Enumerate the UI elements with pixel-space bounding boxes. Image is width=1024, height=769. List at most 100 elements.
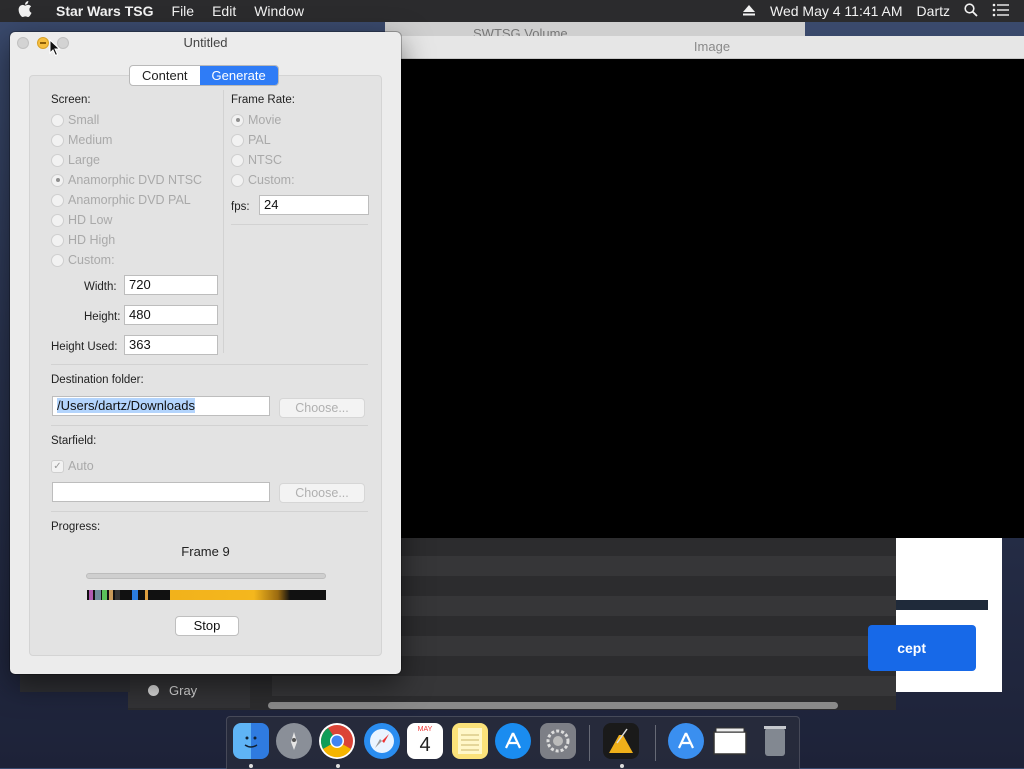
- destination-folder-field[interactable]: /Users/dartz/Downloads: [52, 396, 270, 416]
- sidebar-item-gray[interactable]: Gray: [148, 683, 197, 698]
- generate-panel: Screen: Small Medium Large Anamorphic DV…: [29, 75, 382, 656]
- height-field[interactable]: 480: [124, 305, 218, 325]
- radio-circle-icon: [51, 153, 64, 167]
- apple-icon[interactable]: [18, 1, 38, 21]
- radio-medium[interactable]: Medium: [51, 133, 112, 147]
- radio-anamorphic-dvd-pal[interactable]: Anamorphic DVD PAL: [51, 193, 191, 207]
- tab-generate[interactable]: Generate: [199, 66, 278, 85]
- documents-folder-icon[interactable]: [712, 723, 748, 759]
- menu-window[interactable]: Window: [254, 3, 304, 19]
- starfield-label: Starfield:: [51, 435, 97, 447]
- frame-thumbnail-strip: [87, 590, 326, 600]
- fps-label: fps:: [231, 201, 250, 213]
- radio-small[interactable]: Small: [51, 113, 99, 127]
- auto-checkbox[interactable]: ✓ Auto: [51, 459, 94, 473]
- app-store-icon[interactable]: [495, 723, 531, 759]
- radio-circle-icon: [51, 253, 64, 267]
- fps-field[interactable]: 24: [259, 195, 369, 215]
- spotlight-search-icon[interactable]: [964, 2, 978, 20]
- radio-label: Anamorphic DVD NTSC: [68, 173, 203, 187]
- gray-dot-icon: [148, 685, 159, 696]
- image-window[interactable]: Image: [400, 36, 1024, 538]
- tab-content[interactable]: Content: [130, 66, 200, 85]
- radio-label: HD High: [68, 233, 116, 247]
- radio-circle-icon: [51, 173, 64, 187]
- finder-icon[interactable]: [233, 723, 269, 759]
- dock-separator: [589, 725, 590, 761]
- radio-label: Custom:: [248, 173, 295, 187]
- horizontal-scrollbar[interactable]: [268, 702, 838, 709]
- window-titlebar[interactable]: Untitled: [10, 32, 401, 54]
- radio-circle-icon: [51, 113, 64, 127]
- applications-folder-icon[interactable]: [668, 723, 704, 759]
- accept-button[interactable]: cept: [868, 625, 976, 671]
- radio-label: Small: [68, 113, 100, 127]
- radio-label: NTSC: [248, 153, 283, 167]
- panel-bar: [896, 600, 988, 610]
- trash-icon[interactable]: [757, 723, 793, 759]
- destination-path: /Users/dartz/Downloads: [57, 398, 195, 413]
- checkmark-icon: ✓: [51, 459, 64, 473]
- list-row[interactable]: [272, 676, 896, 696]
- radio-ntsc[interactable]: NTSC: [231, 153, 282, 167]
- destination-folder-label: Destination folder:: [51, 374, 144, 386]
- menu-edit[interactable]: Edit: [212, 3, 236, 19]
- launchpad-icon[interactable]: [276, 723, 312, 759]
- radio-circle-icon: [231, 133, 244, 147]
- sidebar-item-label: Gray: [169, 683, 198, 698]
- notification-center-icon[interactable]: [992, 3, 1010, 20]
- clock[interactable]: Wed May 4 11:41 AM: [770, 3, 903, 19]
- radio-hd-high[interactable]: HD High: [51, 233, 115, 247]
- radio-large[interactable]: Large: [51, 153, 100, 167]
- section-divider: [51, 511, 368, 512]
- system-preferences-icon[interactable]: [540, 723, 576, 759]
- width-field[interactable]: 720: [124, 275, 218, 295]
- calendar-icon[interactable]: MAY 4: [407, 723, 443, 759]
- radio-label: Anamorphic DVD PAL: [68, 193, 191, 207]
- dock: MAY 4: [226, 716, 800, 769]
- running-indicator: [620, 764, 624, 768]
- calendar-day: 4: [419, 734, 431, 756]
- starfield-field[interactable]: [52, 482, 270, 502]
- radio-circle-icon: [51, 213, 64, 227]
- destination-choose-button[interactable]: Choose...: [279, 398, 365, 418]
- radio-circle-icon: [231, 173, 244, 187]
- radio-label: HD Low: [68, 213, 113, 227]
- radio-frame-rate-custom[interactable]: Custom:: [231, 173, 295, 187]
- notes-icon[interactable]: [452, 723, 488, 759]
- eject-icon[interactable]: [742, 3, 756, 19]
- user-name[interactable]: Dartz: [917, 3, 950, 19]
- tab-control: Content Generate: [129, 65, 279, 86]
- stop-button[interactable]: Stop: [175, 616, 239, 636]
- starfield-choose-button[interactable]: Choose...: [279, 483, 365, 503]
- star-wars-tsg-icon[interactable]: [603, 723, 639, 759]
- radio-anamorphic-dvd-ntsc[interactable]: Anamorphic DVD NTSC: [51, 173, 202, 187]
- radio-label: Movie: [248, 113, 282, 127]
- radio-label: Custom:: [68, 253, 115, 267]
- window-title: Untitled: [183, 35, 228, 50]
- menu-file[interactable]: File: [172, 3, 195, 19]
- menu-bar: Star Wars TSG File Edit Window Wed May 4…: [0, 0, 1024, 22]
- image-window-title: Image: [400, 36, 1024, 59]
- radio-hd-low[interactable]: HD Low: [51, 213, 112, 227]
- progress-status: Frame 9: [181, 544, 230, 559]
- height-used-field[interactable]: 363: [124, 335, 218, 355]
- radio-circle-icon: [51, 133, 64, 147]
- chrome-icon[interactable]: [319, 723, 355, 759]
- menu-app-name[interactable]: Star Wars TSG: [56, 3, 154, 19]
- radio-label: Large: [68, 153, 100, 167]
- progress-bar: [86, 573, 326, 579]
- radio-movie[interactable]: Movie: [231, 113, 281, 127]
- height-label: Height:: [84, 311, 121, 323]
- height-used-label: Height Used:: [51, 341, 118, 353]
- running-indicator: [249, 764, 253, 768]
- radio-label: Medium: [68, 133, 113, 147]
- radio-pal[interactable]: PAL: [231, 133, 271, 147]
- screen-label: Screen:: [51, 94, 91, 106]
- progress-label: Progress:: [51, 521, 101, 533]
- safari-icon[interactable]: [364, 723, 400, 759]
- frame-rate-label: Frame Rate:: [231, 94, 295, 106]
- untitled-window: Untitled Screen: Small Medium Large Anam…: [10, 32, 401, 674]
- radio-circle-icon: [231, 153, 244, 167]
- radio-screen-custom[interactable]: Custom:: [51, 253, 115, 267]
